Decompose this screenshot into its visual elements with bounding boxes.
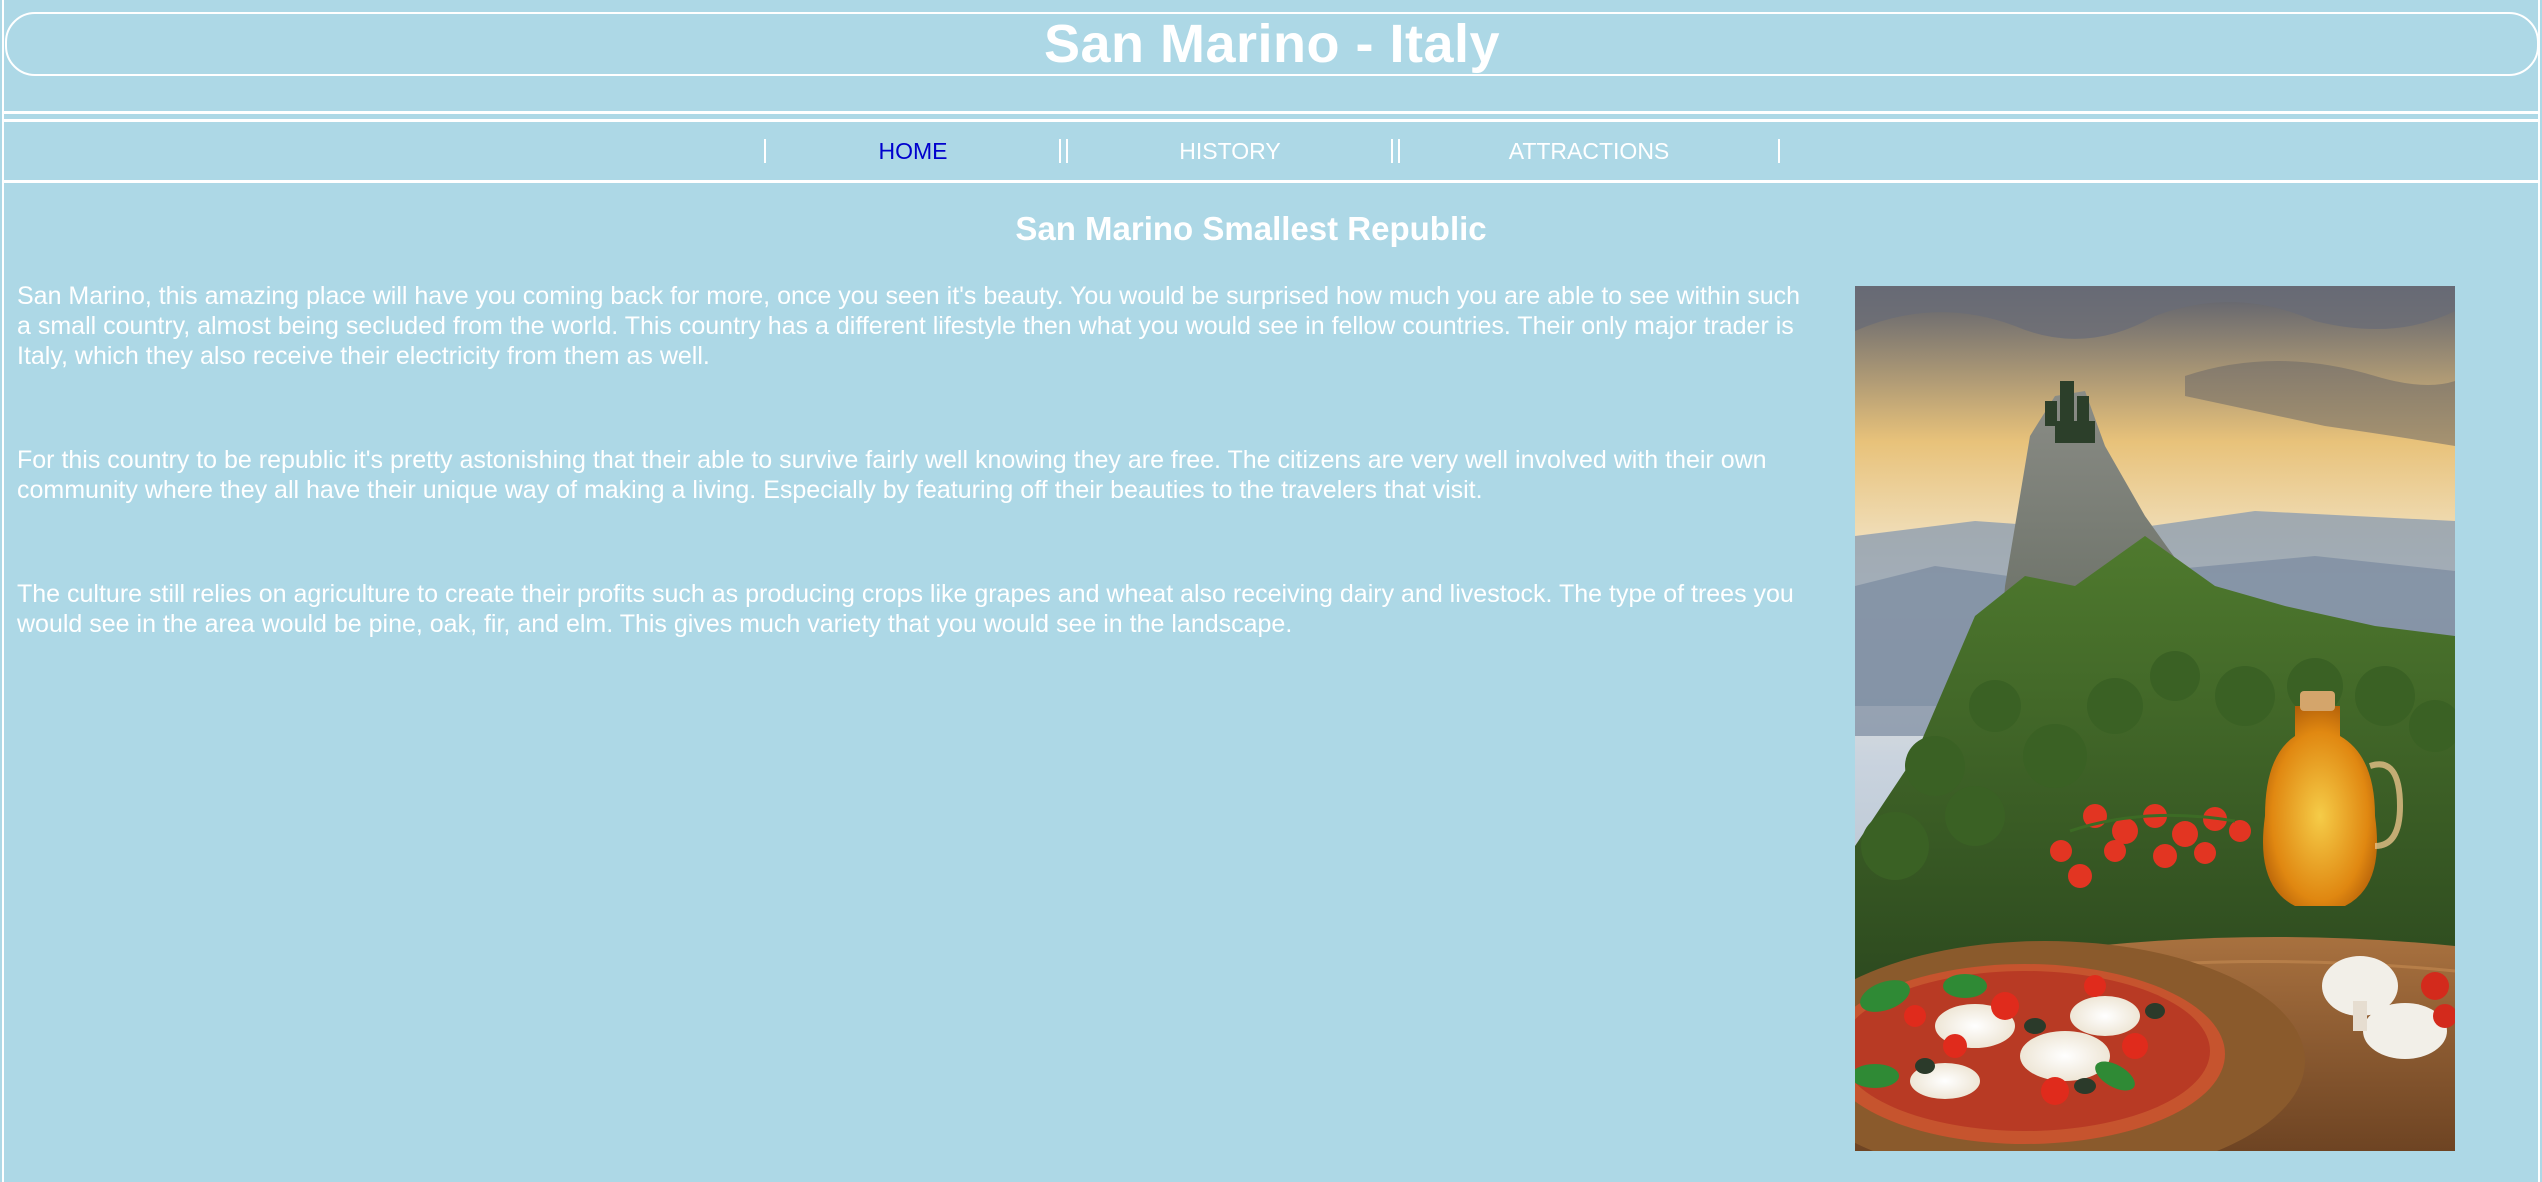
nav-separator bbox=[1778, 139, 1780, 163]
nav-separator bbox=[1059, 139, 1061, 163]
nav-link-home[interactable]: HOME bbox=[766, 122, 1060, 180]
paragraph: The culture still relies on agriculture … bbox=[17, 580, 1794, 638]
site-header: San Marino - Italy bbox=[5, 12, 2539, 76]
nav-link-attractions[interactable]: ATTRACTIONS bbox=[1400, 122, 1778, 180]
article-body: San Marino, this amazing place will have… bbox=[17, 281, 1817, 713]
nav-separator bbox=[1391, 139, 1393, 163]
site-title: San Marino - Italy bbox=[1043, 14, 1501, 74]
divider bbox=[4, 111, 2538, 114]
main-nav: HOME HISTORY ATTRACTIONS bbox=[0, 122, 2542, 180]
san-marino-photo bbox=[1855, 286, 2455, 1151]
content-heading: San Marino Smallest Republic bbox=[1015, 210, 1487, 247]
page: San Marino - Italy HOME HISTORY ATTRACTI… bbox=[0, 0, 2542, 1182]
divider bbox=[4, 180, 2538, 183]
nav-link-history[interactable]: HISTORY bbox=[1068, 122, 1392, 180]
paragraph: For this country to be republic it's pre… bbox=[17, 446, 1767, 504]
paragraph: San Marino, this amazing place will have… bbox=[17, 282, 1801, 370]
